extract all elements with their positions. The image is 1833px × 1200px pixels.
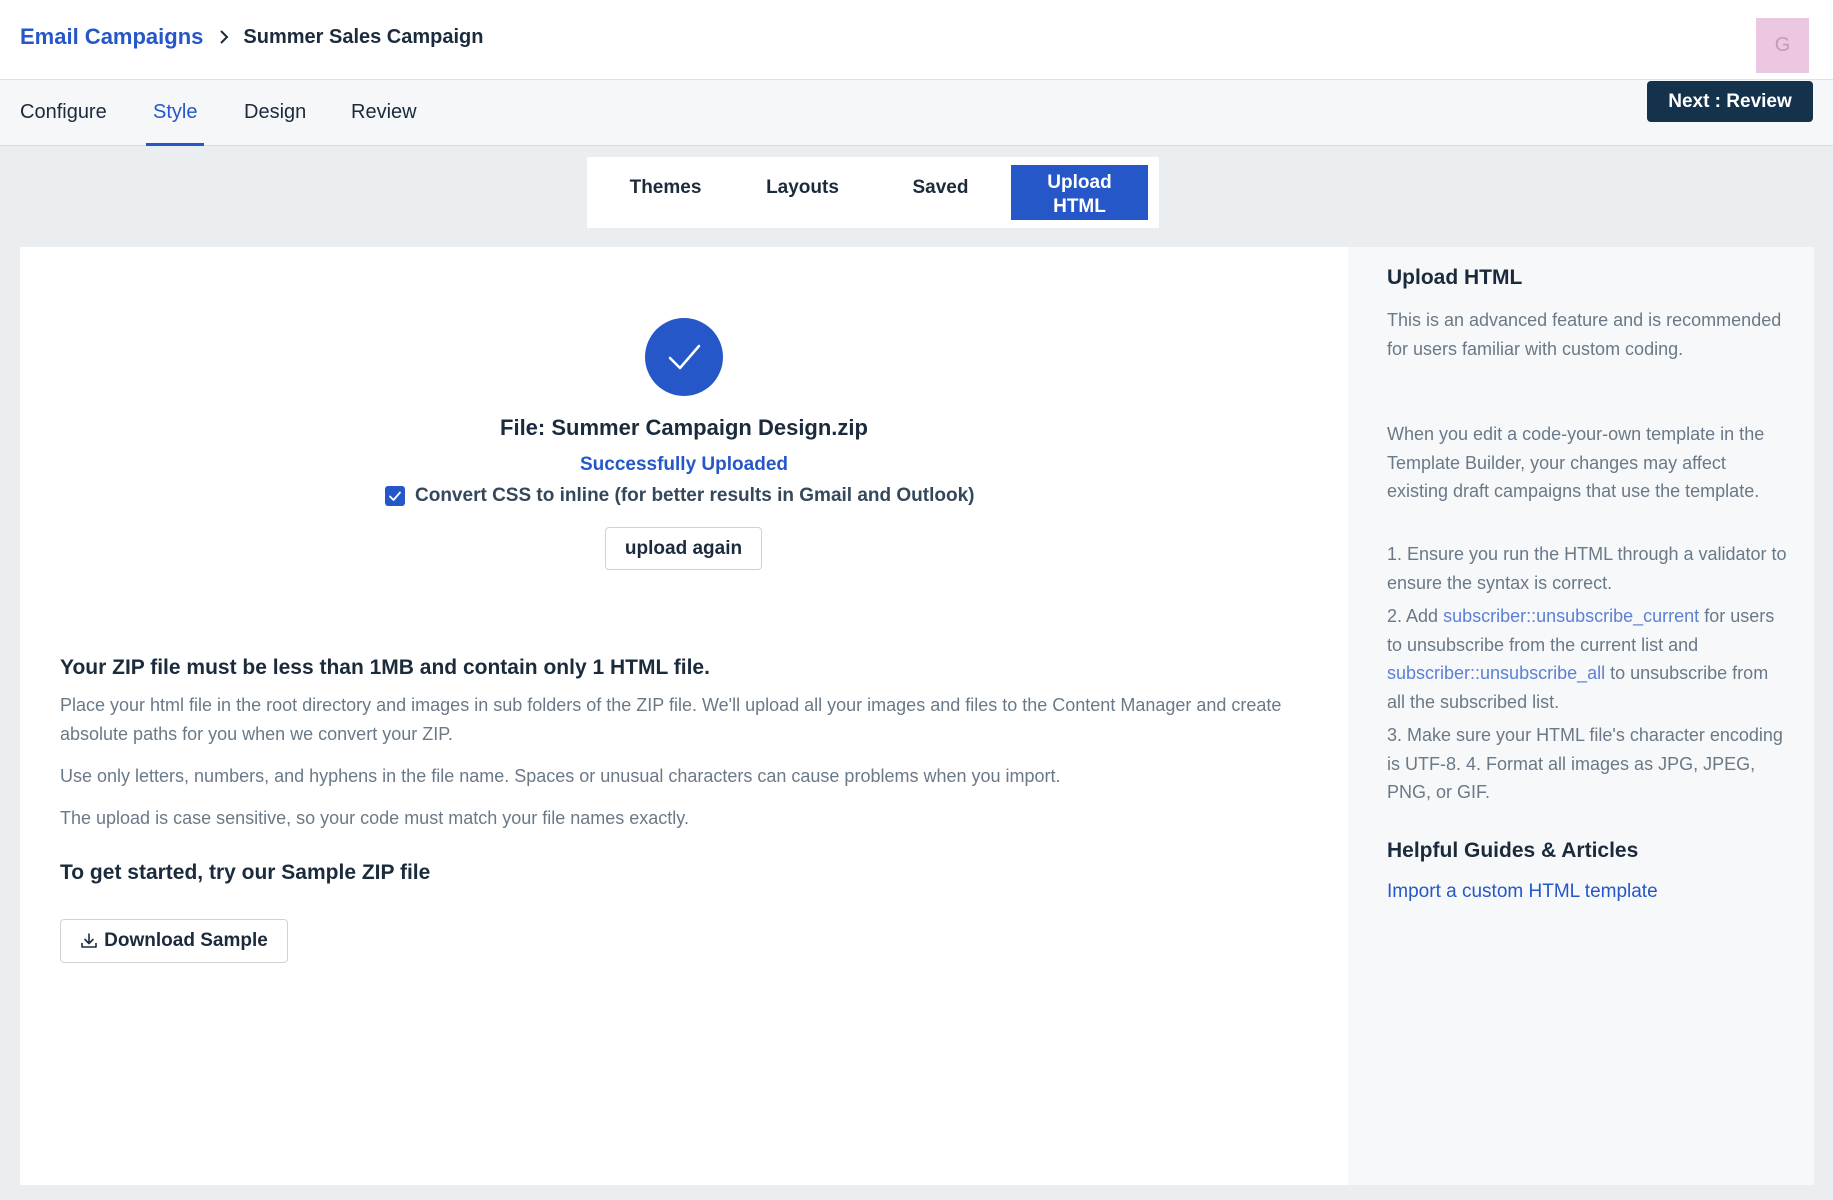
download-sample-button[interactable]: Download Sample [60, 919, 288, 963]
tab-review[interactable]: Review [351, 80, 417, 146]
help-sidebar: Upload HTML This is an advanced feature … [1348, 247, 1814, 1185]
sidebar-step-1: 1. Ensure you run the HTML through a val… [1387, 544, 1787, 593]
upload-main: File: Summer Campaign Design.zip Success… [20, 247, 1348, 1185]
zip-requirements-title: Your ZIP file must be less than 1MB and … [60, 656, 710, 679]
avatar[interactable]: G [1756, 18, 1809, 73]
breadcrumb-current: Summer Sales Campaign [243, 25, 484, 48]
sample-zip-title: To get started, try our Sample ZIP file [60, 861, 431, 884]
upload-again-button[interactable]: upload again [605, 527, 762, 570]
sidebar-title: Upload HTML [1387, 266, 1523, 289]
sidebar-edit-note: When you edit a code-your-own template i… [1387, 424, 1765, 501]
tab-design[interactable]: Design [244, 80, 306, 146]
tab-upload-html-label: Upload HTML [1047, 172, 1112, 217]
sidebar-step-2: 2. Add subscriber::unsubscribe_current f… [1387, 602, 1787, 716]
zip-requirements-text-1: Place your html file in the root directo… [60, 695, 1282, 744]
success-check-icon [645, 318, 723, 396]
wizard-nav: Configure Style Design Review [0, 80, 1833, 146]
tab-upload-html[interactable]: Upload HTML [1011, 165, 1148, 220]
tab-layouts[interactable]: Layouts [734, 165, 871, 220]
tab-configure[interactable]: Configure [20, 80, 107, 146]
tab-style[interactable]: Style [146, 80, 205, 146]
import-template-guide-link[interactable]: Import a custom HTML template [1387, 881, 1658, 903]
content-panel: File: Summer Campaign Design.zip Success… [20, 247, 1814, 1185]
unsubscribe-current-code: subscriber::unsubscribe_current [1443, 606, 1700, 626]
zip-requirements-text-2: Use only letters, numbers, and hyphens i… [60, 766, 1061, 786]
convert-css-label: Convert CSS to inline (for better result… [415, 485, 975, 506]
uploaded-file-name: File: Summer Campaign Design.zip [500, 415, 868, 440]
download-icon [81, 933, 97, 948]
avatar-initial: G [1774, 34, 1791, 56]
style-tabs: Themes Layouts Saved Upload HTML [587, 157, 1159, 228]
unsubscribe-all-code: subscriber::unsubscribe_all [1387, 663, 1606, 683]
tab-themes[interactable]: Themes [597, 165, 734, 220]
breadcrumb-email-campaigns-link[interactable]: Email Campaigns [20, 24, 203, 50]
tab-saved[interactable]: Saved [872, 165, 1009, 220]
sidebar-step-3: 3. Make sure your HTML file's character … [1387, 725, 1783, 802]
zip-requirements-text-3: The upload is case sensitive, so your co… [60, 808, 689, 828]
convert-css-checkbox[interactable] [385, 486, 405, 506]
convert-css-row: Convert CSS to inline (for better result… [385, 485, 975, 507]
sidebar-step-2-text-a: 2. Add [1387, 606, 1444, 626]
chevron-right-icon [219, 30, 229, 44]
next-review-button[interactable]: Next : Review [1647, 81, 1813, 122]
sidebar-intro: This is an advanced feature and is recom… [1387, 310, 1782, 359]
upload-status: Successfully Uploaded [579, 454, 788, 475]
breadcrumb: Email Campaigns Summer Sales Campaign [20, 24, 483, 50]
top-bar: Email Campaigns Summer Sales Campaign G [0, 0, 1833, 80]
guides-title: Helpful Guides & Articles [1387, 839, 1639, 862]
checkmark-icon [389, 491, 401, 501]
download-sample-label: Download Sample [104, 930, 268, 951]
